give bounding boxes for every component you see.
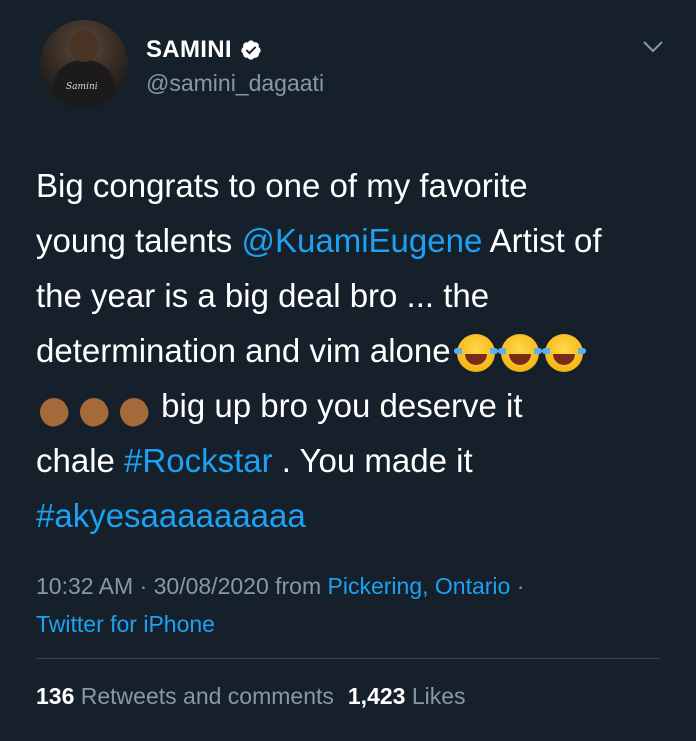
meta-separator: · (510, 573, 525, 599)
author-name-row[interactable]: SAMINI (146, 36, 262, 64)
user-handle[interactable]: @samini_dagaati (146, 70, 324, 97)
likes-label: Likes (405, 683, 466, 709)
display-name[interactable]: SAMINI (146, 36, 232, 64)
hashtag-link[interactable]: #akyesaaaaaaaaa (36, 497, 306, 534)
verified-badge-icon (241, 40, 261, 60)
location-link[interactable]: Pickering, Ontario (328, 573, 511, 599)
laughing-emoji-icon (541, 334, 586, 373)
tweet-meta: 10:32 AM · 30/08/2020 from Pickering, On… (36, 573, 524, 600)
likes-count: 1,423 (347, 683, 406, 709)
tweet-text-segment: Artist of (482, 222, 602, 259)
timestamp[interactable]: 10:32 AM · 30/08/2020 from (36, 573, 328, 599)
laughing-emoji-icon (453, 334, 498, 373)
retweets-label: Retweets and comments (74, 683, 334, 709)
tweet-line: ✦✦✦ big up bro you deserve it (35, 378, 676, 433)
tweet-line: determination and vim alone (36, 323, 676, 378)
mention-link[interactable]: @KuamiEugene (241, 222, 482, 259)
divider (36, 658, 660, 659)
hashtag-link[interactable]: #Rockstar (124, 442, 273, 479)
clapping-hands-icon: ✦ (115, 388, 153, 431)
tweet-line: Big congrats to one of my favorite (36, 167, 528, 204)
laughing-emoji-icon (497, 334, 542, 373)
tweet-text-segment: big up bro you deserve it (161, 387, 523, 424)
avatar[interactable]: Samini (40, 20, 128, 108)
tweet-source: Twitter for iPhone (36, 611, 215, 638)
chevron-down-icon[interactable] (642, 40, 664, 54)
tweet-line: #akyesaaaaaaaaa (36, 488, 676, 543)
tweet-text-segment: . You made it (272, 442, 473, 479)
avatar-logo: Samini (66, 82, 98, 92)
avatar-head (70, 30, 98, 62)
clapping-hands-icon: ✦ (75, 388, 113, 431)
emoji-group: ✦✦✦ (35, 388, 153, 431)
emoji-group (453, 334, 586, 373)
tweet-text-segment: determination and vim alone (36, 332, 451, 369)
tweet-line: the year is a big deal bro ... the (36, 277, 490, 314)
tweet-text-segment: chale (36, 442, 125, 479)
clapping-hands-icon: ✦ (35, 388, 73, 431)
tweet-text: Big congrats to one of my favorite young… (35, 158, 676, 543)
tweet-line: young talents @KuamiEugene Artist of (36, 213, 676, 268)
retweets-count: 136 (36, 683, 75, 709)
likes-stat[interactable]: 1,423 Likes (348, 683, 466, 709)
source-link[interactable]: Twitter for iPhone (36, 611, 215, 637)
tweet-stats: 136 Retweets and comments 1,423 Likes (36, 683, 466, 710)
tweet-text-segment: young talents (36, 222, 242, 259)
retweets-stat[interactable]: 136 Retweets and comments (36, 683, 334, 709)
